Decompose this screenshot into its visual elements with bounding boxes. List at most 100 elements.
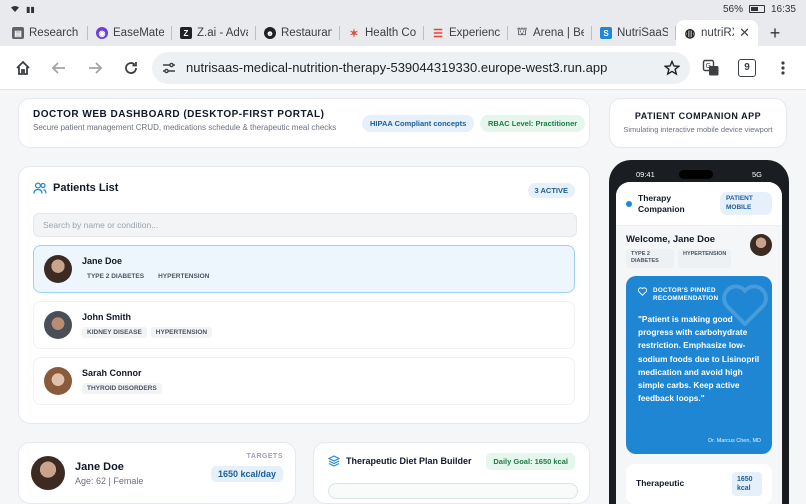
patient-row-john-smith[interactable]: John Smith KIDNEY DISEASE HYPERTENSION — [33, 301, 575, 349]
avatar — [44, 311, 72, 339]
signal-icon: ▮▮ — [26, 4, 35, 14]
therapy-title: Therapeutic — [636, 477, 685, 488]
diet-plan-builder-card: Therapeutic Diet Plan Builder Daily Goal… — [313, 442, 590, 504]
condition-tag: HYPERTENSION — [678, 249, 732, 268]
condition-tag: TYPE 2 DIABETES — [626, 249, 674, 268]
home-button[interactable] — [8, 53, 38, 83]
layers-icon — [328, 455, 340, 467]
targets-box: TARGETS 1650 kcal/day — [210, 453, 283, 482]
globe-icon: ◍ — [684, 26, 696, 40]
pinned-recommendation-card: DOCTOR'S PINNED RECOMMENDATION "Patient … — [626, 275, 772, 454]
clock: 16:35 — [770, 3, 796, 15]
patient-row-jane-doe[interactable]: Jane Doe TYPE 2 DIABETES HYPERTENSION — [33, 245, 575, 293]
companion-subtitle: Simulating interactive mobile device vie… — [623, 125, 773, 134]
condition-tag: KIDNEY DISEASE — [82, 327, 147, 338]
patient-mobile-badge: PATIENT MOBILE — [720, 192, 772, 215]
health-icon: ✶ — [349, 27, 359, 40]
browser-tab[interactable]: ◉ EaseMate — [88, 20, 172, 46]
browser-tab[interactable]: ☻ Restaurant — [256, 20, 340, 46]
browser-tab-active[interactable]: ◍nutriRX✕ — [676, 20, 758, 46]
patient-name: Sarah Connor — [82, 368, 142, 378]
active-count-badge: 3 ACTIVE — [527, 183, 575, 198]
doctor-dashboard-header: DOCTOR WEB DASHBOARD (DESKTOP-FIRST PORT… — [18, 98, 590, 148]
arrow-right-icon — [89, 61, 103, 74]
patient-name: John Smith — [82, 312, 131, 322]
patient-row-sarah-connor[interactable]: Sarah Connor THYROID DISORDERS — [33, 357, 575, 405]
tab-count: 9 — [738, 58, 756, 77]
companion-app-header: Therapy Companion PATIENT MOBILE — [616, 182, 782, 226]
reload-button[interactable] — [116, 53, 146, 83]
s-icon: S — [600, 27, 612, 39]
browser-tab[interactable]: ⛫ Arena | Be — [508, 20, 592, 46]
translate-icon: G — [702, 59, 719, 75]
new-tab-button[interactable]: + — [762, 20, 788, 46]
url-text[interactable]: nutrisaas-medical-nutrition-therapy-5390… — [186, 60, 654, 75]
phone-time: 09:41 — [636, 169, 655, 179]
address-bar[interactable]: nutrisaas-medical-nutrition-therapy-5390… — [152, 51, 690, 84]
recommendation-author: Dr. Marcus Chen, MD — [708, 437, 761, 444]
reload-icon — [125, 61, 137, 74]
rbac-badge: RBAC Level: Practitioner — [480, 115, 586, 132]
system-status-bar: ▮▮ 56% 16:35 — [0, 0, 806, 18]
phone-screen: Therapy Companion PATIENT MOBILE Welcome… — [616, 182, 782, 504]
doc-icon: ▤ — [12, 27, 24, 39]
face-icon: ☻ — [264, 27, 276, 39]
recommendation-label: DOCTOR'S PINNED RECOMMENDATION — [653, 286, 719, 303]
more-vert-icon — [781, 60, 785, 75]
heart-watermark-icon — [722, 284, 768, 326]
condition-tag: HYPERTENSION — [158, 273, 210, 280]
condition-tag: THYROID DISORDERS — [82, 383, 162, 394]
condition-tag: TYPE 2 DIABETES — [87, 273, 145, 280]
targets-value: 1650 kcal/day — [210, 466, 283, 482]
wifi-icon — [11, 6, 19, 12]
patient-search-input[interactable]: Search by name or condition... — [33, 213, 577, 237]
daily-goal-badge: Daily Goal: 1650 kcal — [486, 453, 575, 470]
browser-tab[interactable]: Z Z.ai - Adva — [172, 20, 256, 46]
tab-switcher-button[interactable]: 9 — [732, 53, 762, 83]
forward-button[interactable] — [80, 53, 110, 83]
avatar — [31, 456, 65, 490]
browser-tab-strip: ▤Research F ◉EaseMate ZZ.ai - Adva ☻Rest… — [0, 18, 806, 46]
avatar — [750, 234, 772, 256]
patient-name: Jane Doe — [82, 256, 123, 266]
browser-tab[interactable]: ☰Experience — [424, 20, 508, 46]
z-icon: Z — [180, 27, 192, 39]
easemate-icon: ◉ — [96, 27, 108, 39]
svg-text:G: G — [706, 62, 711, 70]
patients-list-title: Patients List — [53, 182, 119, 194]
arena-icon: ⛫ — [516, 26, 528, 38]
profile-age: Age: 62 | Female — [75, 475, 144, 486]
users-icon — [33, 182, 47, 194]
arrow-left-icon — [51, 61, 65, 74]
condition-tag: HYPERTENSION — [150, 327, 213, 338]
translate-button[interactable]: G — [696, 53, 726, 83]
status-dot-icon — [626, 200, 632, 207]
phone-notch — [679, 170, 713, 179]
page-content: DOCTOR WEB DASHBOARD (DESKTOP-FIRST PORT… — [0, 90, 806, 504]
close-icon[interactable]: ✕ — [739, 25, 750, 41]
avatar — [44, 255, 72, 283]
back-button[interactable] — [44, 53, 74, 83]
browser-tab[interactable]: ✶ Health Cor — [340, 20, 424, 46]
avatar — [44, 367, 72, 395]
phone-mockup: 09:41 5G Therapy Companion PATIENT MOBIL… — [609, 160, 789, 504]
site-settings-icon[interactable] — [162, 61, 176, 75]
phone-network: 5G — [751, 169, 762, 179]
menu-button[interactable] — [768, 53, 798, 83]
browser-tab[interactable]: S NutriSaaS — [592, 20, 676, 46]
browser-tab[interactable]: ▤Research F — [4, 20, 88, 46]
home-icon — [16, 60, 30, 75]
therapy-card: Therapeutic 1650 kcal — [626, 463, 772, 504]
therapy-kcal-badge: 1650 kcal — [732, 471, 762, 497]
diet-plan-title: Therapeutic Diet Plan Builder — [346, 456, 472, 466]
battery-icon — [748, 5, 765, 13]
battery-percent: 56% — [722, 3, 743, 15]
patients-list-header: Patients List — [33, 181, 575, 195]
profile-name: Jane Doe — [75, 460, 124, 473]
address-toolbar: nutrisaas-medical-nutrition-therapy-5390… — [0, 46, 806, 90]
app-title: Therapy Companion — [638, 192, 685, 214]
patients-list-card: Patients List 3 ACTIVE Search by name or… — [18, 166, 590, 424]
bookmark-star-icon[interactable] — [664, 59, 680, 76]
patient-profile-card: Jane Doe Age: 62 | Female TARGETS 1650 k… — [18, 442, 296, 504]
companion-title: PATIENT COMPANION APP — [634, 111, 762, 121]
